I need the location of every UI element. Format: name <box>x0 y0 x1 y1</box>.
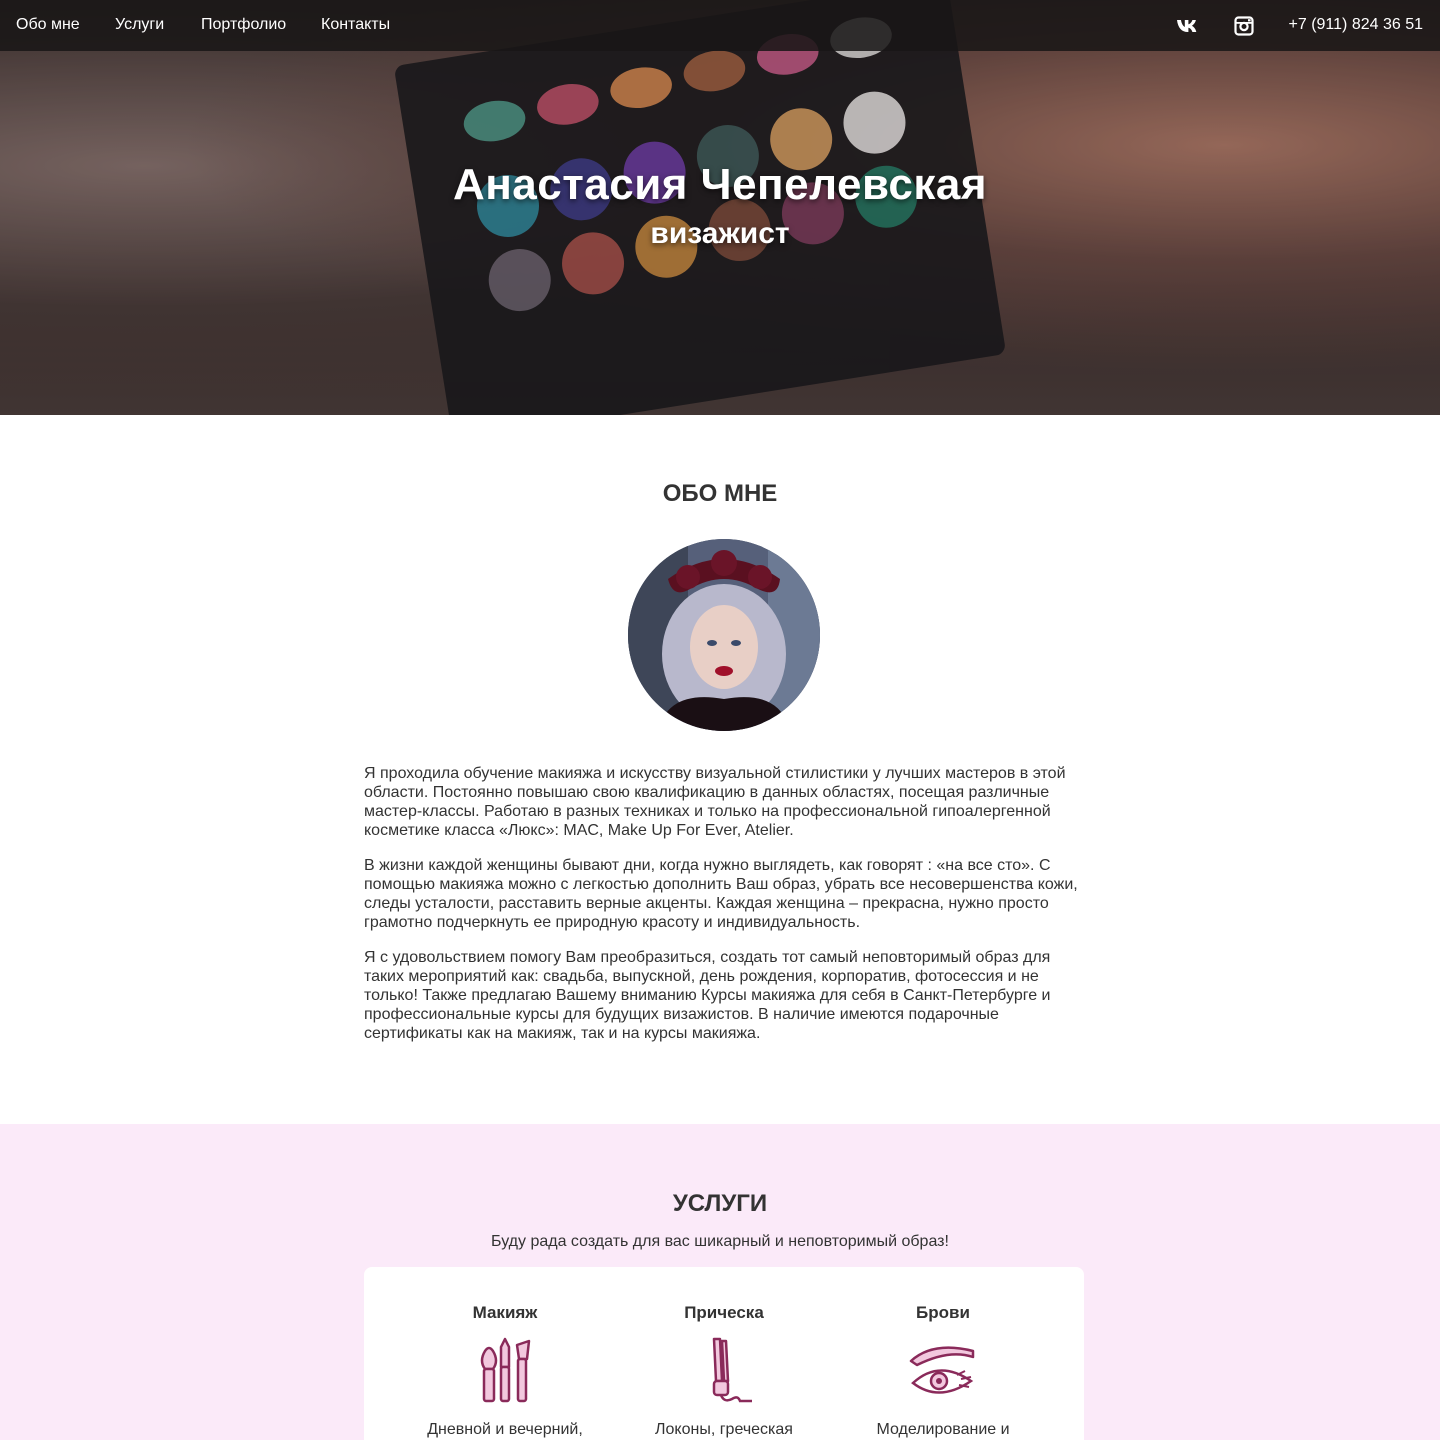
phone-number[interactable]: +7 (911) 824 36 51 <box>1289 16 1423 34</box>
about-paragraph: Я проходила обучение макияжа и искусству… <box>364 765 1066 839</box>
hero-title: Анастасия Чепелевская <box>452 160 988 209</box>
nav-link-portfolio[interactable]: Портфолио <box>201 16 286 34</box>
about-paragraph: В жизни каждой женщины бывают дни, когда… <box>364 857 1078 931</box>
profile-photo <box>628 539 820 731</box>
service-name: Макияж <box>472 1303 538 1322</box>
instagram-icon[interactable] <box>1232 14 1256 38</box>
about-section-title: ОБО МНЕ <box>662 480 778 507</box>
service-description: Дневной и вечерний, <box>427 1421 583 1438</box>
vk-icon[interactable] <box>1176 14 1200 38</box>
nav-link-about[interactable]: Обо мне <box>16 16 80 34</box>
service-description: Моделирование и <box>876 1421 1010 1438</box>
nav-link-contacts[interactable]: Контакты <box>321 16 390 34</box>
services-subtitle: Буду рада создать для вас шикарный и неп… <box>491 1233 949 1250</box>
about-paragraph: Я с удовольствием помогу Вам преобразить… <box>364 949 1051 1042</box>
top-navigation: Обо мне Услуги Портфолио Контакты +7 (91… <box>0 0 1440 51</box>
services-section-title: УСЛУГИ <box>672 1190 768 1217</box>
services-section: УСЛУГИ Буду рада создать для вас шикарны… <box>0 1124 1440 1440</box>
hero-subtitle: визажист <box>650 217 790 250</box>
hair-straightener-icon <box>690 1337 758 1405</box>
service-description: Локоны, греческая <box>655 1421 793 1438</box>
about-text: Я проходила обучение макияжа и искусству… <box>364 764 1084 1059</box>
eyebrow-eye-icon <box>909 1337 977 1405</box>
services-card: Макияж Дневной и вечерний, Прическа Локо… <box>364 1267 1084 1440</box>
nav-link-services[interactable]: Услуги <box>115 16 164 34</box>
makeup-brushes-icon <box>471 1337 539 1405</box>
hero-banner: Анастасия Чепелевская визажист <box>0 0 1440 415</box>
service-name: Брови <box>916 1303 970 1322</box>
service-name: Прическа <box>684 1303 764 1322</box>
